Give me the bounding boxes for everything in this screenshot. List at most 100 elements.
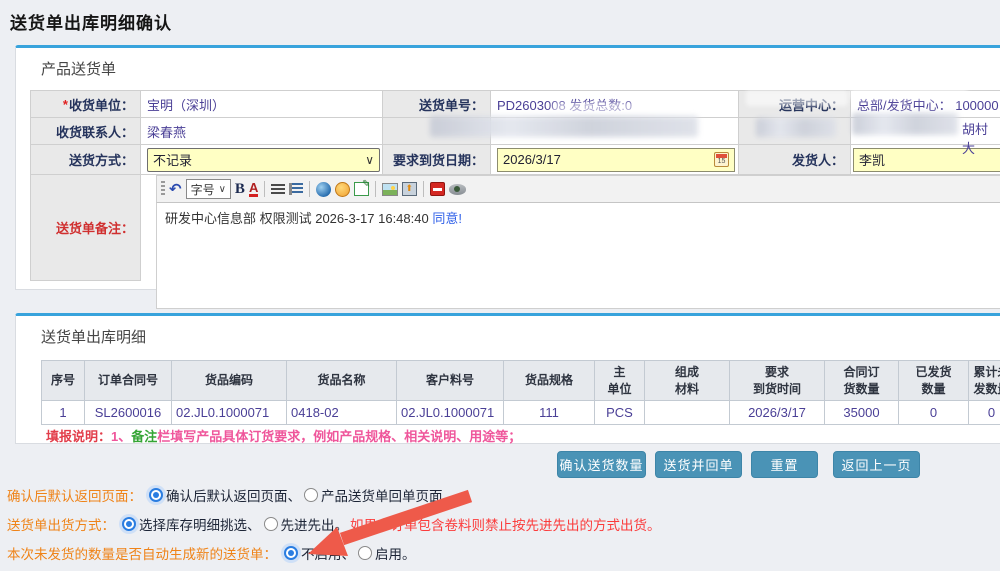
radio-disable[interactable] <box>284 546 298 560</box>
col-header: 货品编码 <box>172 361 287 401</box>
ship-and-receipt-button[interactable]: 送货并回单 <box>655 451 742 478</box>
receiver-value: 宝明（深圳） <box>140 90 383 118</box>
radio-label[interactable]: 选择库存明细挑选、 <box>139 514 261 534</box>
option-line-return-page: 确认后默认返回页面： 确认后默认返回页面、 产品送货单回单页面。 <box>7 485 456 505</box>
option-label: 确认后默认返回页面： <box>7 485 142 505</box>
col-header: 累计未 发数量 <box>969 361 1000 401</box>
option-label: 送货单出货方式： <box>7 514 115 534</box>
detail-panel-header: 送货单出库明细 <box>41 326 146 347</box>
option-line-ship-mode: 送货单出货方式： 选择库存明细挑选、 先进先出。 如果本订单包含卷料则禁止按先进… <box>7 514 661 534</box>
cell-customer-part-no: 02.JL0.1000071 <box>397 401 504 425</box>
ordered-list-icon[interactable] <box>289 183 303 195</box>
emoticon-icon[interactable] <box>335 182 350 197</box>
calendar-icon[interactable] <box>714 152 729 167</box>
ship-method-label: 送货方式： <box>30 144 141 175</box>
row2-label2-blurred <box>738 117 851 145</box>
cell-unit: PCS <box>595 401 645 425</box>
radio-label[interactable]: 启用。 <box>375 543 416 563</box>
product-delivery-panel: 产品送货单 * 收货单位： 宝明（深圳） 送货单号： PD2603008 发货总… <box>15 45 1000 290</box>
rich-editor-toolbar: 字号 <box>156 175 1000 203</box>
font-color-icon[interactable] <box>249 181 258 197</box>
edit-form-icon[interactable] <box>354 182 369 196</box>
undo-icon[interactable] <box>169 180 182 198</box>
required-asterisk: * <box>63 97 68 112</box>
contact-label: 收货联系人： <box>30 117 141 145</box>
paste-word-icon[interactable] <box>430 182 445 196</box>
cell-seq: 1 <box>42 401 85 425</box>
confirm-qty-button[interactable]: 确认送货数量 <box>557 451 646 478</box>
radio-label[interactable]: 先进先出。 <box>281 514 349 534</box>
cell-item-code: 02.JL0.1000071 <box>172 401 287 425</box>
radio-return-default[interactable] <box>149 488 163 502</box>
col-header: 客户料号 <box>397 361 504 401</box>
table-header-row: 序号 订单合同号 货品编码 货品名称 客户料号 货品规格 主 单位 组成 材料 … <box>42 361 1000 401</box>
delivery-no-value: PD2603008 发货总数:0 <box>490 90 739 118</box>
remark-label: 送货单备注： <box>30 174 141 281</box>
cell-contract-qty: 35000 <box>825 401 899 425</box>
option-line-auto-generate: 本次未发货的数量是否自动生成新的送货单： 不启用、 启用。 <box>7 543 416 563</box>
cell-unshipped-qty: 0 <box>969 401 1000 425</box>
fifo-warning-text: 如果本订单包含卷料则禁止按先进先出的方式出货。 <box>350 514 661 534</box>
outbound-detail-table: 序号 订单合同号 货品编码 货品名称 客户料号 货品规格 主 单位 组成 材料 … <box>41 360 1000 425</box>
preview-eye-icon[interactable] <box>449 184 466 195</box>
req-date-input[interactable]: 2026/3/17 <box>497 148 735 172</box>
ship-method-select[interactable]: 不记录 ∨ <box>147 148 380 172</box>
row2-label-blurred <box>382 117 491 145</box>
drag-handle-icon <box>161 181 165 197</box>
table-row: 1 SL2600016 02.JL0.1000071 0418-02 02.JL… <box>42 401 1000 425</box>
page-title: 送货单出库明细确认 <box>10 9 172 34</box>
cell-spec: 111 <box>504 401 595 425</box>
col-header: 要求 到货时间 <box>730 361 825 401</box>
insert-image-icon[interactable] <box>382 183 398 196</box>
fill-instruction-note: 填报说明：1、备注栏填写产品具体订货要求，例如产品规格、相关说明、用途等； <box>46 426 521 445</box>
col-header: 订单合同号 <box>85 361 172 401</box>
col-header: 合同订 货数量 <box>825 361 899 401</box>
cell-shipped-qty: 0 <box>899 401 969 425</box>
save-disk-icon[interactable] <box>402 182 417 196</box>
cell-contract-no: SL2600016 <box>85 401 172 425</box>
cell-req-date: 2026/3/17 <box>730 401 825 425</box>
ship-method-cell: 不记录 ∨ <box>140 144 383 175</box>
option-label: 本次未发货的数量是否自动生成新的送货单： <box>7 543 277 563</box>
col-header: 主 单位 <box>595 361 645 401</box>
toolbar-separator <box>423 181 424 197</box>
radio-label[interactable]: 确认后默认返回页面、 <box>166 485 301 505</box>
globe-icon[interactable] <box>316 182 331 197</box>
contact-value: 梁春燕 <box>140 117 383 145</box>
toolbar-separator <box>264 181 265 197</box>
cell-material <box>645 401 730 425</box>
op-center-value: 总部/发货中心： 100000 <box>850 90 1000 118</box>
col-header: 组成 材料 <box>645 361 730 401</box>
outbound-detail-panel: 送货单出库明细 序号 订单合同号 货品编码 货品名称 客户料号 货品规格 主 单… <box>15 313 1000 444</box>
address-fragment: 胡村大 <box>962 119 1000 157</box>
remark-agree-link[interactable]: 同意! <box>432 211 462 226</box>
toolbar-separator <box>309 181 310 197</box>
reset-button[interactable]: 重置 <box>751 451 818 478</box>
product-panel-header: 产品送货单 <box>41 58 116 79</box>
receiver-label: * 收货单位： <box>30 90 141 118</box>
col-header: 已发货 数量 <box>899 361 969 401</box>
font-size-select[interactable]: 字号 <box>186 179 231 199</box>
radio-enable[interactable] <box>358 546 372 560</box>
page: 送货单出库明细确认 产品送货单 * 收货单位： 宝明（深圳） 送货单号： PD2… <box>0 0 1000 571</box>
remark-editor-body[interactable]: 研发中心信息部 权限测试 2026-3-17 16:48:40 同意! <box>156 203 1000 309</box>
radio-label[interactable]: 不启用、 <box>301 543 355 563</box>
radio-fifo[interactable] <box>264 517 278 531</box>
col-header: 货品名称 <box>287 361 397 401</box>
col-header: 货品规格 <box>504 361 595 401</box>
chevron-down-icon: ∨ <box>365 153 374 167</box>
back-button[interactable]: 返回上一页 <box>833 451 920 478</box>
remark-text: 研发中心信息部 权限测试 2026-3-17 16:48:40 <box>165 211 432 226</box>
align-icon[interactable] <box>271 184 285 195</box>
op-center-label: 运营中心： <box>738 90 851 118</box>
toolbar-separator <box>375 181 376 197</box>
delivery-no-label: 送货单号： <box>382 90 491 118</box>
col-header: 序号 <box>42 361 85 401</box>
bold-icon[interactable] <box>235 180 245 198</box>
radio-label[interactable]: 产品送货单回单页面。 <box>321 485 456 505</box>
req-date-label: 要求到货日期： <box>382 144 491 175</box>
row2-value-blurred <box>490 117 739 145</box>
cell-item-name: 0418-02 <box>287 401 397 425</box>
radio-pick-inventory[interactable] <box>122 517 136 531</box>
radio-return-receipt-page[interactable] <box>304 488 318 502</box>
